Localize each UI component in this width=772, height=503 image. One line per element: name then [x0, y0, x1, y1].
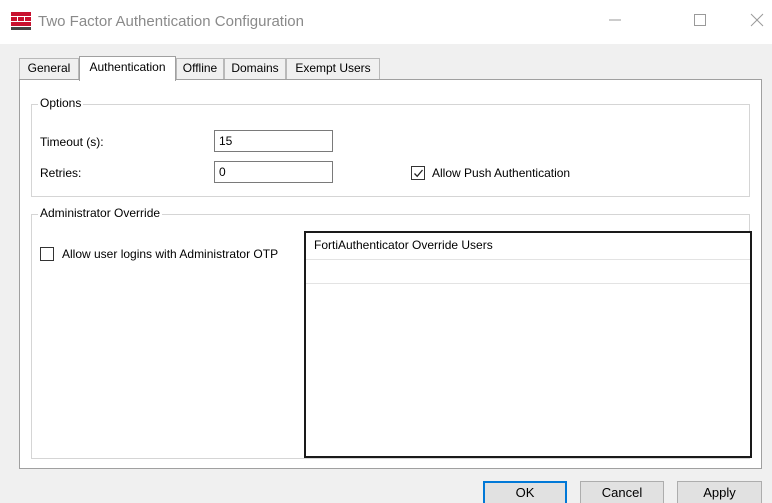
tab-general[interactable]: General [19, 58, 79, 79]
tab-exempt-users[interactable]: Exempt Users [286, 58, 380, 79]
fortinet-logo-icon [11, 12, 31, 30]
allow-push-label[interactable]: Allow Push Authentication [432, 166, 570, 180]
window-title: Two Factor Authentication Configuration [38, 13, 304, 30]
maximize-button[interactable] [676, 0, 722, 40]
tab-domains[interactable]: Domains [224, 58, 286, 79]
tab-authentication[interactable]: Authentication [79, 56, 176, 81]
override-users-column-header[interactable]: FortiAuthenticator Override Users [306, 233, 750, 260]
list-item[interactable] [306, 260, 750, 284]
options-legend: Options [38, 96, 84, 110]
close-button[interactable] [726, 0, 772, 40]
tab-strip: General Authentication Offline Domains E… [19, 56, 759, 81]
allow-push-checkbox[interactable] [411, 166, 425, 180]
authentication-tab-panel: Options Timeout (s): 15 Retries: 0 Allow… [19, 79, 762, 469]
minimize-button[interactable] [597, 0, 643, 40]
allow-admin-otp-label[interactable]: Allow user logins with Administrator OTP [62, 247, 278, 261]
minimize-icon [609, 19, 621, 21]
close-icon [750, 13, 764, 27]
timeout-label: Timeout (s): [40, 135, 104, 149]
override-users-list[interactable]: FortiAuthenticator Override Users [304, 231, 752, 458]
retries-input[interactable]: 0 [214, 161, 333, 183]
cancel-button[interactable]: Cancel [580, 481, 664, 503]
checkmark-icon [414, 169, 423, 178]
maximize-icon [694, 14, 706, 26]
tab-offline[interactable]: Offline [176, 58, 224, 79]
allow-admin-otp-checkbox[interactable] [40, 247, 54, 261]
ok-button[interactable]: OK [483, 481, 567, 503]
options-group: Options Timeout (s): 15 Retries: 0 Allow… [31, 96, 750, 197]
retries-label: Retries: [40, 166, 82, 180]
administrator-override-legend: Administrator Override [38, 206, 163, 220]
timeout-input[interactable]: 15 [214, 130, 333, 152]
administrator-override-group: Administrator Override Allow user logins… [31, 206, 752, 459]
apply-button[interactable]: Apply [677, 481, 762, 503]
title-bar: Two Factor Authentication Configuration [0, 0, 772, 44]
